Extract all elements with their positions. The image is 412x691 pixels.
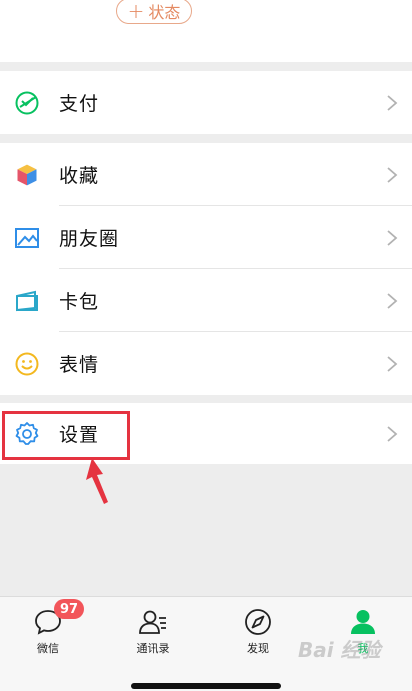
tab-bar: 97 微信 通讯录 发现 我 [0,596,412,691]
status-label: 状态 [148,3,181,22]
menu-item-cards[interactable]: 卡包 [0,269,412,332]
tab-label: 微信 [37,642,59,655]
menu-item-label: 表情 [59,354,100,376]
tab-discover[interactable]: 发现 [218,607,298,656]
highlight-box [2,411,130,460]
plus-icon: + [127,0,145,23]
smiley-icon [15,352,39,375]
home-indicator[interactable] [131,683,281,689]
red-arrow-icon [86,458,108,504]
menu-item-label: 收藏 [59,165,100,187]
moments-picture-icon [15,227,39,248]
menu-item-label: 卡包 [59,291,100,313]
tab-me[interactable]: 我 [323,607,403,656]
chevron-right-icon [387,355,398,372]
menu-item-moments[interactable]: 朋友圈 [0,206,412,269]
status-button[interactable]: + 状态 [116,0,192,24]
menu-item-favorites[interactable]: 收藏 [0,143,412,206]
person-icon [351,610,375,634]
menu-item-pay[interactable]: 支付 [0,71,412,134]
chevron-right-icon [387,166,398,183]
compass-icon [245,609,271,635]
menu-item-label: 朋友圈 [59,228,120,250]
menu-item-stickers[interactable]: 表情 [0,332,412,395]
unread-badge: 97 [54,599,84,619]
profile-header: + 状态 [0,0,412,62]
features-group: 收藏 朋友圈 卡包 表情 [0,143,412,395]
favorites-cube-icon [16,162,38,187]
card-wallet-icon [16,290,38,311]
tab-contacts[interactable]: 通讯录 [113,607,193,656]
contacts-icon [139,610,166,634]
wechat-me-page: + 状态 支付 收藏 朋友圈 卡包 表情 设置 97 微信 通讯录 发现 我 B… [0,0,412,691]
chevron-right-icon [387,292,398,309]
pay-group: 支付 [0,71,412,134]
tab-label: 我 [357,642,369,655]
pay-icon [15,91,39,114]
tab-label: 通讯录 [136,642,170,655]
tab-chats[interactable]: 97 微信 [8,599,88,656]
chevron-right-icon [387,94,398,111]
menu-item-label: 支付 [59,93,100,115]
chevron-right-icon [387,229,398,246]
tab-label: 发现 [247,642,269,655]
chevron-right-icon [387,425,398,442]
